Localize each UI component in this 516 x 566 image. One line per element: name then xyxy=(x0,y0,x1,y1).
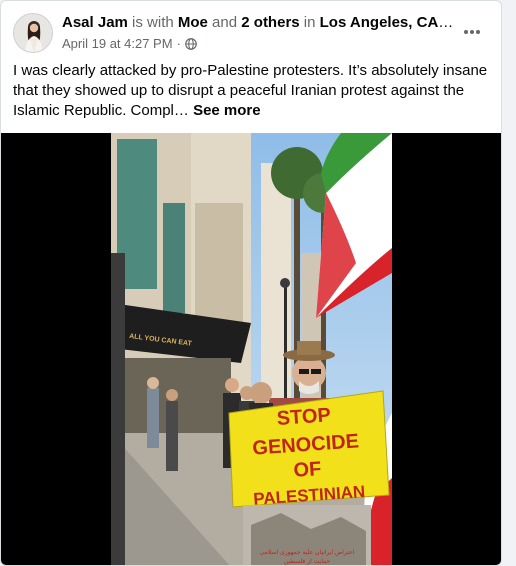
location-link[interactable]: Los Angeles, CA, U... xyxy=(320,14,454,31)
post-meta: April 19 at 4:27 PM · xyxy=(62,35,197,52)
avatar[interactable] xyxy=(13,13,53,53)
post-media[interactable]: ALL YOU CAN EAT STOP GENOCIDE OF PALESTI… xyxy=(1,133,501,565)
globe-icon[interactable] xyxy=(185,37,197,50)
post-header: Asal Jam is with Moe and 2 others in Los… xyxy=(13,13,489,57)
post-caption: I was clearly attacked by pro-Palestine … xyxy=(13,61,497,121)
with-text: is with xyxy=(127,14,178,31)
author-name[interactable]: Asal Jam xyxy=(62,14,128,31)
meta-separator: · xyxy=(176,36,181,51)
others-link[interactable]: 2 others xyxy=(241,14,299,31)
avatar-photo xyxy=(14,14,52,52)
timestamp[interactable]: April 19 at 4:27 PM xyxy=(62,35,173,52)
sign-footer-line-2: حمایت از فلسطین xyxy=(284,558,331,565)
sign-line-1: STOP xyxy=(276,404,331,430)
more-options-icon[interactable] xyxy=(455,17,489,47)
in-text: in xyxy=(299,14,320,31)
video-frame[interactable]: ALL YOU CAN EAT STOP GENOCIDE OF PALESTI… xyxy=(111,133,392,565)
sign-footer-line-1: اعتراض ایرانیان علیه جمهوری اسلامی xyxy=(260,549,355,556)
post-card: Asal Jam is with Moe and 2 others in Los… xyxy=(0,0,502,566)
video-still: ALL YOU CAN EAT STOP GENOCIDE OF PALESTI… xyxy=(111,133,392,565)
post-headline: Asal Jam is with Moe and 2 others in Los… xyxy=(62,13,454,32)
sign-line-3: OF xyxy=(293,458,322,482)
tagged-user[interactable]: Moe xyxy=(178,14,208,31)
and-text: and xyxy=(207,14,242,31)
see-more-link[interactable]: See more xyxy=(193,102,261,119)
